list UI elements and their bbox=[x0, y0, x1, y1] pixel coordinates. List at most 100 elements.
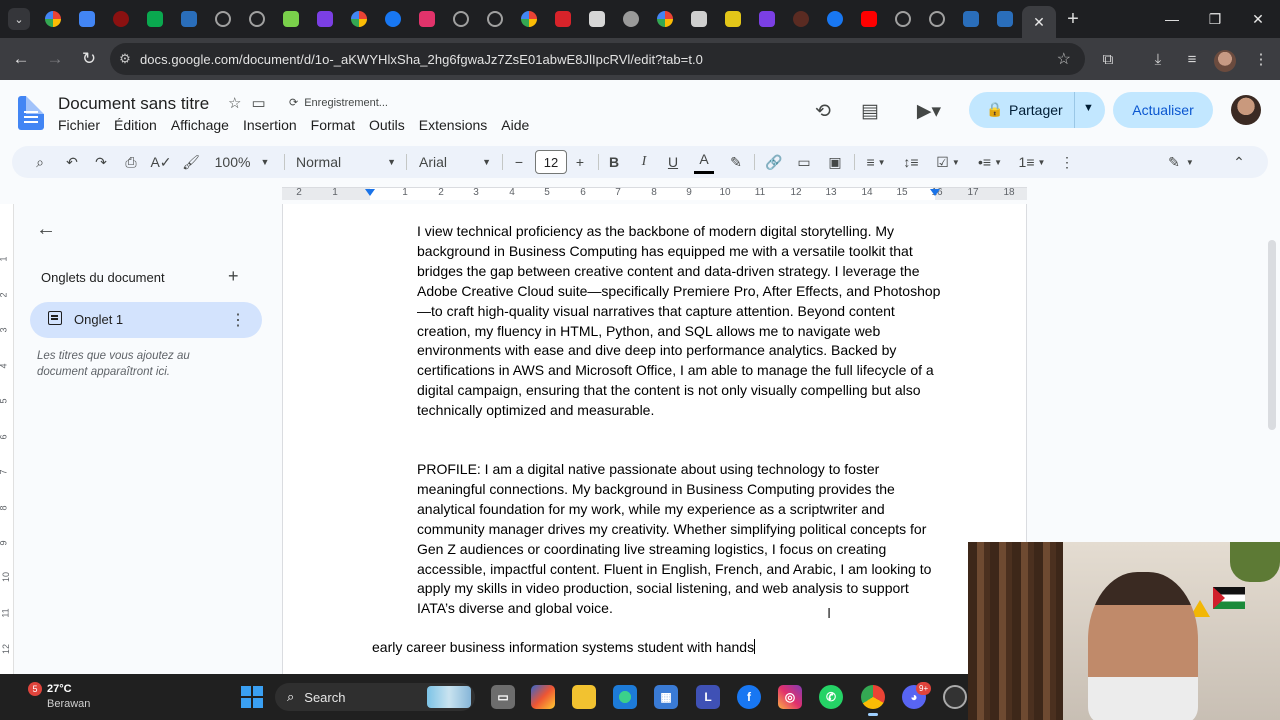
tab-arch-site[interactable] bbox=[614, 0, 648, 38]
taskbar-search[interactable]: ⌕ Search bbox=[275, 683, 475, 711]
tab-active-close-button[interactable]: ✕ bbox=[1022, 6, 1056, 38]
bookmark-star-icon[interactable]: ☆ bbox=[1057, 49, 1071, 69]
tab-facebook[interactable] bbox=[376, 0, 410, 38]
store-icon[interactable]: ▦ bbox=[654, 685, 678, 709]
tab-yellow-site[interactable] bbox=[716, 0, 750, 38]
tab-un-site-3[interactable] bbox=[988, 0, 1022, 38]
star-icon[interactable]: ☆ bbox=[228, 94, 241, 112]
menu-extensions[interactable]: Extensions bbox=[419, 116, 487, 134]
paragraph-technical-skills[interactable]: I view technical proficiency as the back… bbox=[417, 222, 949, 421]
redo-icon[interactable]: ↷ bbox=[89, 146, 113, 178]
tab-red-site[interactable] bbox=[104, 0, 138, 38]
tab-google-3[interactable] bbox=[512, 0, 546, 38]
tab-purple-app-2[interactable] bbox=[750, 0, 784, 38]
chrome-icon[interactable] bbox=[861, 685, 885, 716]
file-explorer-icon[interactable] bbox=[572, 685, 596, 709]
meet-icon[interactable]: ▶▾ bbox=[908, 98, 950, 124]
tab-google-docs[interactable] bbox=[70, 0, 104, 38]
left-indent-marker[interactable] bbox=[365, 189, 375, 196]
paragraph-profile[interactable]: PROFILE: I am a digital native passionat… bbox=[417, 460, 949, 619]
microsoft-365-icon[interactable] bbox=[531, 685, 555, 709]
italic-icon[interactable]: I bbox=[634, 146, 654, 178]
tab-google-2[interactable] bbox=[342, 0, 376, 38]
windows-start-icon[interactable] bbox=[241, 686, 263, 708]
tab-un-site[interactable] bbox=[172, 0, 206, 38]
site-info-icon[interactable]: ⚙ bbox=[110, 51, 140, 67]
obs-icon[interactable] bbox=[943, 685, 967, 709]
increase-font-size-icon[interactable]: + bbox=[571, 146, 589, 178]
instagram-icon[interactable]: ◎ bbox=[778, 685, 802, 709]
print-icon[interactable]: ⎙ bbox=[119, 146, 143, 178]
version-history-icon[interactable]: ⟲ bbox=[810, 98, 836, 124]
insert-image-icon[interactable]: ▣ bbox=[824, 146, 846, 178]
tab-globe-3[interactable] bbox=[444, 0, 478, 38]
profile-avatar[interactable] bbox=[1214, 50, 1236, 72]
reload-icon[interactable]: ↻ bbox=[72, 42, 106, 76]
download-icon[interactable]: ⤓ bbox=[1141, 42, 1175, 76]
insert-link-icon[interactable]: 🔗 bbox=[763, 146, 785, 178]
address-bar[interactable]: ⚙ docs.google.com/document/d/1o-_aKWYHlx… bbox=[110, 43, 1085, 75]
numbered-list-icon[interactable]: 1≡ ▼ bbox=[1014, 146, 1050, 178]
checklist-icon[interactable]: ☑ ▼ bbox=[930, 146, 966, 178]
document-tab-item[interactable]: Onglet 1 ⋮ bbox=[30, 302, 262, 338]
menu-edit[interactable]: Édition bbox=[114, 116, 157, 134]
typing-line[interactable]: early career business information system… bbox=[372, 639, 756, 655]
menu-insert[interactable]: Insertion bbox=[243, 116, 297, 134]
extensions-icon[interactable]: ⧉ bbox=[1091, 42, 1125, 76]
tab-youtube[interactable] bbox=[852, 0, 886, 38]
tab-list-site[interactable] bbox=[682, 0, 716, 38]
browser-menu-icon[interactable]: ⋮ bbox=[1244, 42, 1278, 76]
bold-icon[interactable]: B bbox=[604, 146, 624, 178]
tab-facebook-2[interactable] bbox=[818, 0, 852, 38]
address-url[interactable]: docs.google.com/document/d/1o-_aKWYHlxSh… bbox=[140, 52, 703, 67]
menu-format[interactable]: Format bbox=[311, 116, 355, 134]
facebook-icon[interactable]: f bbox=[737, 685, 761, 709]
tab-doc-site[interactable] bbox=[580, 0, 614, 38]
forward-icon[interactable]: → bbox=[38, 42, 72, 76]
add-comment-icon[interactable]: ▭ bbox=[793, 146, 815, 178]
tab-k-site[interactable] bbox=[138, 0, 172, 38]
align-icon[interactable]: ≡ ▼ bbox=[860, 146, 892, 178]
task-view-icon[interactable]: ▭ bbox=[491, 685, 515, 709]
vertical-scrollbar[interactable] bbox=[1268, 240, 1276, 430]
tab-options-icon[interactable]: ⋮ bbox=[230, 310, 246, 330]
tab-globe-6[interactable] bbox=[920, 0, 954, 38]
menu-tools[interactable]: Outils bbox=[369, 116, 405, 134]
comments-icon[interactable]: ▤ bbox=[857, 98, 883, 124]
menu-file[interactable]: Fichier bbox=[58, 116, 100, 134]
right-indent-marker[interactable] bbox=[930, 189, 940, 196]
hide-menus-icon[interactable]: ⌃ bbox=[1228, 146, 1250, 178]
tab-dark-site[interactable] bbox=[784, 0, 818, 38]
font-size-input[interactable]: 12 bbox=[535, 150, 567, 174]
tab-pink-site[interactable] bbox=[410, 0, 444, 38]
decrease-font-size-icon[interactable]: − bbox=[510, 146, 528, 178]
paint-format-icon[interactable]: 🖌 bbox=[179, 146, 203, 178]
search-menus-icon[interactable]: ⌕ bbox=[28, 146, 52, 178]
tab-globe-4[interactable] bbox=[478, 0, 512, 38]
move-folder-icon[interactable]: ▭ bbox=[251, 94, 265, 112]
document-page[interactable]: I view technical proficiency as the back… bbox=[282, 204, 1027, 674]
undo-icon[interactable]: ↶ bbox=[60, 146, 84, 178]
style-select[interactable]: Normal ▼ bbox=[296, 146, 396, 178]
media-controls-icon[interactable]: ≡ bbox=[1175, 42, 1209, 76]
whatsapp-icon[interactable]: ✆ bbox=[819, 685, 843, 709]
add-tab-icon[interactable]: + bbox=[228, 266, 239, 287]
bulleted-list-icon[interactable]: •≡ ▼ bbox=[974, 146, 1006, 178]
tab-purple-app[interactable] bbox=[308, 0, 342, 38]
document-title[interactable]: Document sans titre bbox=[58, 94, 209, 114]
share-button[interactable]: 🔒 Partager ▼ bbox=[969, 92, 1105, 128]
close-window-icon[interactable]: ✕ bbox=[1236, 0, 1280, 38]
tab-globe-5[interactable] bbox=[886, 0, 920, 38]
docs-logo-icon[interactable] bbox=[18, 96, 44, 130]
new-tab-button[interactable]: + bbox=[1056, 8, 1090, 31]
spellcheck-icon[interactable]: A✓ bbox=[149, 146, 173, 178]
editing-mode-icon[interactable]: ✎ ▼ bbox=[1162, 146, 1200, 178]
text-color-icon[interactable]: A bbox=[694, 146, 714, 174]
underline-icon[interactable]: U bbox=[663, 146, 683, 178]
tab-search-menu-button[interactable]: ⌄ bbox=[8, 8, 30, 30]
l-app-icon[interactable]: L bbox=[696, 685, 720, 709]
zoom-select[interactable]: 100% ▼ bbox=[212, 146, 272, 178]
close-sidebar-arrow-icon[interactable]: ← bbox=[36, 218, 56, 241]
account-avatar[interactable] bbox=[1231, 95, 1261, 125]
tab-google-4[interactable] bbox=[648, 0, 682, 38]
